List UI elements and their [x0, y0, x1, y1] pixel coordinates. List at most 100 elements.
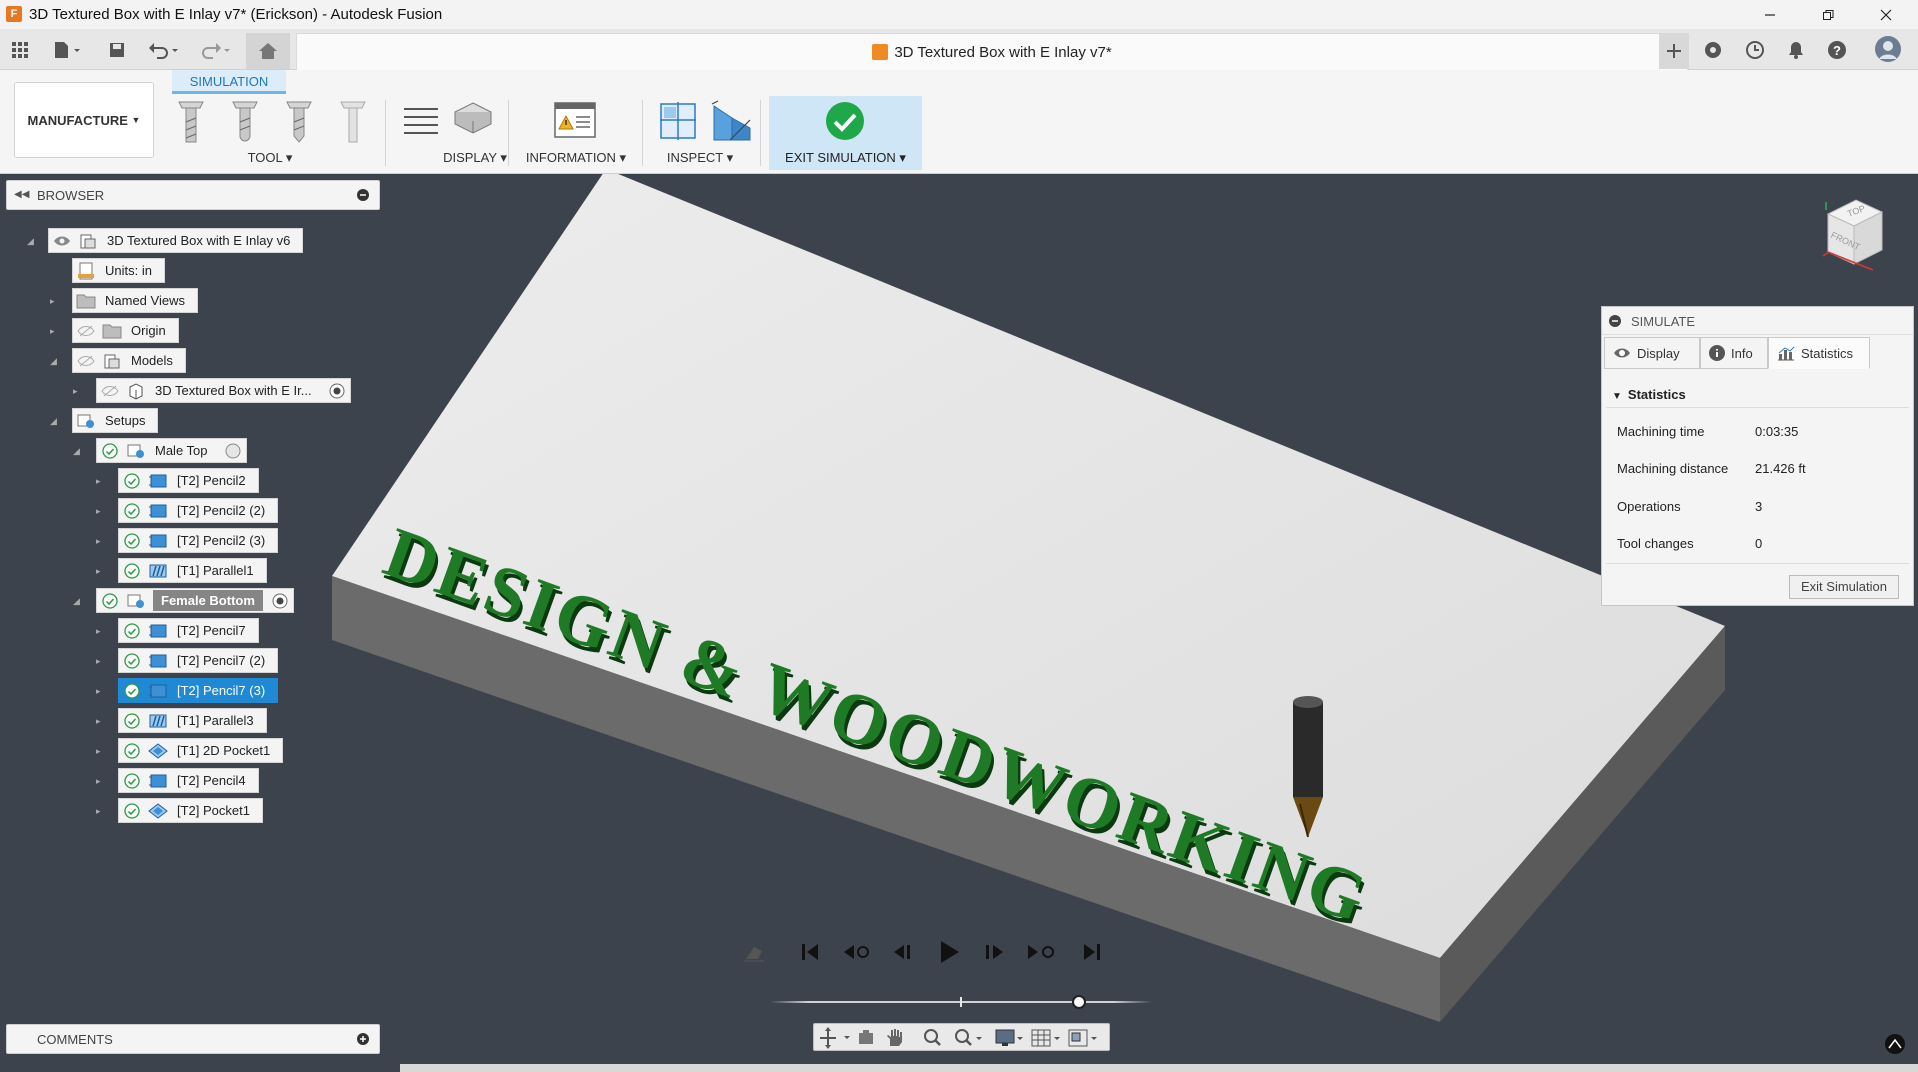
notifications-icon[interactable]	[1783, 37, 1809, 63]
document-tab[interactable]: 3D Textured Box with E Inlay v7*	[296, 33, 1688, 70]
file-menu-icon[interactable]	[48, 37, 86, 63]
stock-display-icon[interactable]	[452, 100, 494, 140]
operation-item[interactable]: [T2] Pencil2	[118, 468, 259, 493]
radio-icon[interactable]	[327, 381, 347, 401]
expand-toggle-icon[interactable]: ▸	[73, 386, 83, 396]
operation-item[interactable]: [T2] Pencil7 (3)	[118, 678, 279, 703]
setup-male-top[interactable]: Male Top	[96, 438, 247, 463]
expand-toggle-icon[interactable]: ▸	[96, 716, 106, 726]
collapse-panel-icon[interactable]	[1609, 315, 1621, 327]
operation-item[interactable]: [T2] Pencil7	[118, 618, 259, 643]
skip-to-end-icon[interactable]	[1078, 939, 1106, 965]
restore-icon[interactable]	[1800, 0, 1856, 29]
play-icon[interactable]	[935, 939, 963, 965]
orbit-icon[interactable]	[820, 1027, 850, 1049]
tab-statistics[interactable]: Statistics	[1768, 337, 1870, 369]
timeline-thumb[interactable]	[1072, 995, 1087, 1009]
operation-item[interactable]: [T2] Pencil4	[118, 768, 259, 793]
expand-toggle-icon[interactable]: ◢	[73, 596, 83, 606]
chamfer-tool-icon[interactable]	[284, 100, 314, 144]
close-icon[interactable]	[1858, 0, 1914, 29]
setup-status-icon[interactable]	[223, 441, 243, 461]
pan-hand-icon[interactable]	[887, 1029, 902, 1046]
setups-node[interactable]: Setups	[72, 408, 159, 433]
expand-toggle-icon[interactable]: ▸	[96, 566, 106, 576]
operation-item[interactable]: [T2] Pocket1	[118, 798, 263, 823]
simulate-header[interactable]: SIMULATE	[1602, 307, 1913, 335]
viewports-icon[interactable]	[1068, 1029, 1097, 1047]
hidden-eye-icon[interactable]	[76, 321, 96, 341]
home-icon[interactable]	[246, 33, 290, 69]
timeline-slider[interactable]	[770, 994, 1152, 1010]
ballmill-tool-icon[interactable]	[230, 100, 260, 144]
help-icon[interactable]: ?	[1824, 37, 1850, 63]
measure-icon[interactable]	[710, 100, 754, 142]
expand-toggle-icon[interactable]: ▸	[50, 296, 60, 306]
eye-icon[interactable]	[52, 231, 72, 251]
operation-item[interactable]: [T2] Pencil7 (2)	[118, 648, 279, 673]
information-warning-icon[interactable]	[554, 102, 596, 138]
endmill-tool-icon[interactable]	[176, 100, 206, 144]
tab-display[interactable]: Display	[1604, 337, 1700, 369]
named-views-node[interactable]: Named Views	[72, 288, 198, 313]
expand-toggle-icon[interactable]: ▸	[96, 536, 106, 546]
operation-item[interactable]: [T1] Parallel1	[118, 558, 267, 583]
expand-toggle-icon[interactable]: ◢	[27, 236, 37, 246]
expand-toggle-icon[interactable]: ▸	[96, 686, 106, 696]
operation-item[interactable]: [T2] Pencil2 (3)	[118, 528, 279, 553]
expand-toggle-icon[interactable]: ▸	[96, 746, 106, 756]
expand-toggle-icon[interactable]: ▸	[96, 506, 106, 516]
hidden-eye-icon[interactable]	[100, 381, 120, 401]
look-at-icon[interactable]	[859, 1030, 873, 1044]
previous-operation-icon[interactable]	[840, 939, 874, 965]
minimize-browser-icon[interactable]	[357, 189, 369, 201]
tab-simulation[interactable]: SIMULATION	[172, 70, 286, 94]
fusion-logo-icon[interactable]	[1884, 1033, 1906, 1055]
holder-tool-icon[interactable]	[338, 100, 368, 144]
new-tab-icon[interactable]	[1659, 33, 1689, 69]
expand-toggle-icon[interactable]: ▸	[96, 656, 106, 666]
operation-item[interactable]: [T2] Pencil2 (2)	[118, 498, 279, 523]
inspect-group-label[interactable]: INSPECT ▾	[655, 150, 745, 166]
horizontal-scrollbar[interactable]	[400, 1064, 1918, 1072]
step-back-icon[interactable]	[890, 939, 918, 965]
expand-toggle-icon[interactable]: ▸	[50, 326, 60, 336]
loop-icon[interactable]	[740, 939, 768, 965]
operation-item[interactable]: [T1] 2D Pocket1	[118, 738, 284, 763]
save-icon[interactable]	[104, 37, 130, 63]
information-group-label[interactable]: INFORMATION ▾	[520, 150, 632, 166]
expand-toggle-icon[interactable]: ▸	[96, 806, 106, 816]
apps-grid-icon[interactable]	[7, 37, 33, 63]
model-item-node[interactable]: 3D Textured Box with E Ir...	[96, 378, 351, 403]
origin-node[interactable]: Origin	[72, 318, 179, 343]
step-forward-icon[interactable]	[980, 939, 1008, 965]
3d-viewport[interactable]: DESIGN & WOODWORKING DESIGN & WOODWORKIN…	[0, 174, 1918, 1072]
extensions-icon[interactable]	[1700, 37, 1726, 63]
tab-info[interactable]: Info	[1700, 337, 1768, 369]
browser-header[interactable]: ◀◀ BROWSER	[6, 180, 380, 210]
exit-simulation-panel-button[interactable]: Exit Simulation	[1789, 575, 1899, 599]
expand-toggle-icon[interactable]: ▸	[96, 476, 106, 486]
expand-toggle-icon[interactable]: ◢	[50, 356, 60, 366]
exit-simulation-button[interactable]: EXIT SIMULATION ▾	[769, 96, 922, 170]
next-operation-icon[interactable]	[1024, 939, 1060, 965]
minimize-icon[interactable]	[1742, 0, 1798, 29]
hidden-eye-icon[interactable]	[76, 351, 96, 371]
section-analysis-icon[interactable]	[658, 100, 698, 142]
display-group-label[interactable]: DISPLAY ▾	[430, 150, 520, 166]
skip-to-start-icon[interactable]	[796, 939, 824, 965]
undo-icon[interactable]	[144, 37, 184, 63]
display-settings-icon[interactable]	[995, 1029, 1023, 1046]
collapse-panel-icon[interactable]: ◀◀	[14, 189, 29, 200]
operation-item[interactable]: [T1] Parallel3	[118, 708, 267, 733]
expand-toggle-icon[interactable]: ◢	[50, 416, 60, 426]
expand-toggle-icon[interactable]: ▸	[96, 776, 106, 786]
redo-icon[interactable]	[194, 37, 234, 63]
setup-female-bottom[interactable]: Female Bottom	[96, 588, 294, 613]
tool-group-label[interactable]: TOOL ▾	[240, 150, 300, 166]
view-cube[interactable]: TOP FRONT	[1808, 196, 1888, 276]
zoom-icon[interactable]	[924, 1029, 941, 1046]
zoom-window-icon[interactable]	[955, 1029, 982, 1046]
user-avatar-icon[interactable]	[1873, 34, 1903, 64]
job-status-icon[interactable]	[1742, 37, 1768, 63]
